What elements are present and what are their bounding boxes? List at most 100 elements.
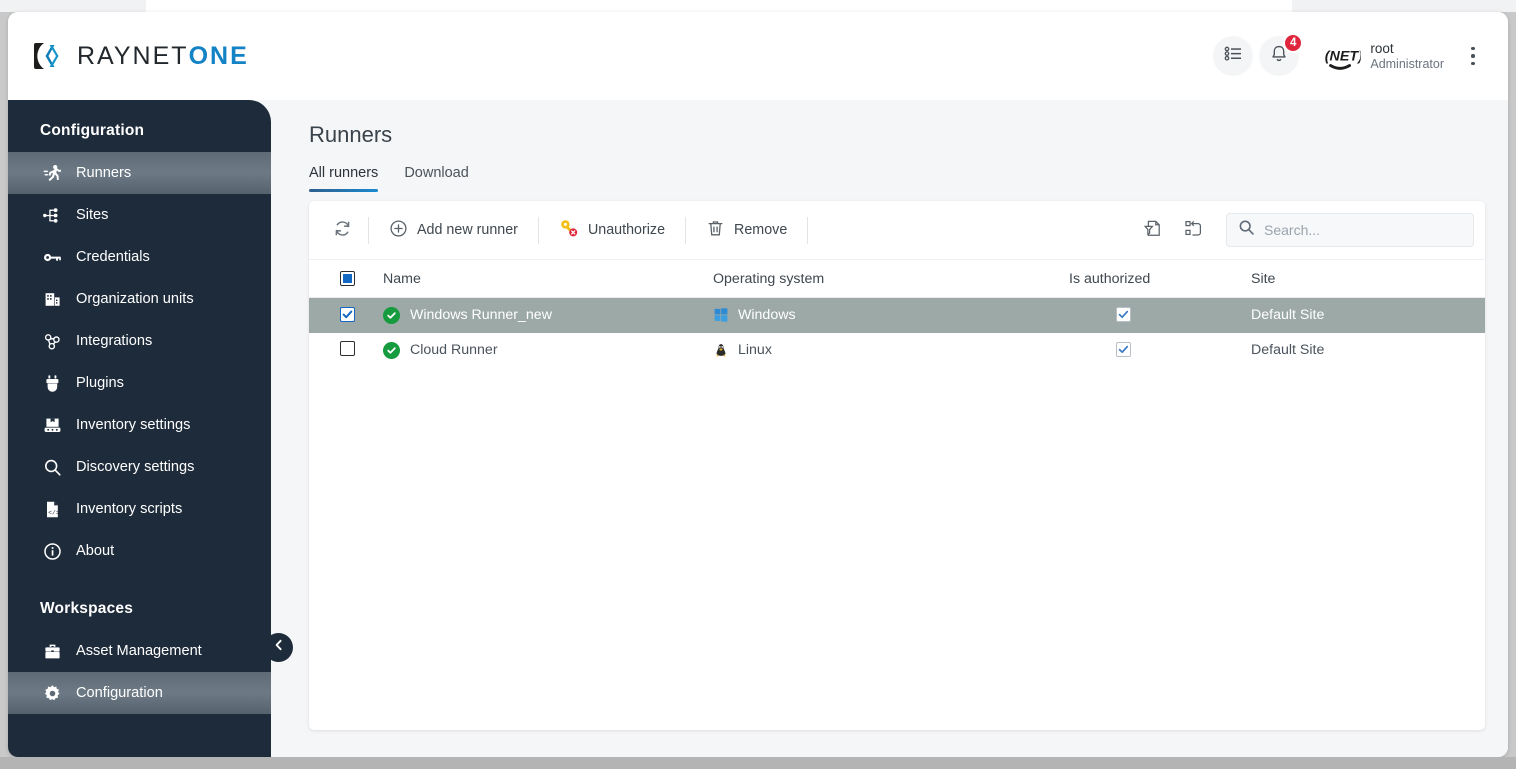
integrations-icon [42,331,62,351]
search-icon [42,457,62,477]
search-box[interactable] [1226,213,1474,247]
sidebar-section-workspaces: Workspaces [40,600,134,617]
brand-logo[interactable]: RAYNET ONE [32,39,249,73]
select-all-checkbox[interactable] [340,270,355,286]
refresh-button[interactable] [323,212,362,248]
sidebar-item-sites[interactable]: Sites [8,194,271,236]
header-actions: 4 (NET) root Administrator [1213,33,1486,76]
key-revoke-icon [559,218,579,242]
sidebar-item-label: Integrations [76,333,153,349]
inventory-icon [42,415,62,435]
runner-os: Windows [738,307,796,324]
column-header-site[interactable]: Site [1251,259,1485,298]
tabs: All runners Download [309,165,1484,192]
plugin-icon [42,373,62,393]
sidebar-item-organization-units[interactable]: Organization units [8,278,271,320]
row-select-cell [309,333,383,368]
windows-icon [713,308,728,323]
table-row[interactable]: Windows Runner_new Windows Default Site [309,297,1485,333]
row-site-cell: Default Site [1251,342,1325,358]
tab-download[interactable]: Download [404,165,469,192]
user-menu[interactable]: (NET) root Administrator [1321,36,1444,76]
is-authorized-checkbox [1116,341,1131,357]
row-checkbox[interactable] [340,340,355,356]
toolbar-divider [537,216,539,244]
plus-circle-icon [389,219,408,242]
sidebar-item-label: About [76,543,115,559]
row-os-cell: Windows [713,297,1069,333]
sidebar-collapse-button[interactable] [264,633,293,662]
app-header: RAYNET ONE 4 (NET) root Administrator [8,12,1508,100]
row-is-authorized-cell [1069,297,1251,333]
user-meta: root Administrator [1370,41,1444,72]
table-row[interactable]: Cloud Runner Linux Default Site [309,333,1485,368]
toolbar-divider [685,216,687,244]
svg-text:</>: </> [48,509,59,516]
status-ok-icon [383,341,400,359]
remove-label: Remove [734,222,788,238]
sitemap-icon [42,205,62,225]
list-icon [1224,44,1243,68]
page-title: Runners [309,122,393,147]
search-input[interactable] [1264,222,1462,238]
row-site-cell: Default Site [1251,297,1485,333]
runner-os: Linux [738,342,772,358]
row-checkbox[interactable] [340,306,355,322]
column-header-name[interactable]: Name [383,259,713,298]
avatar: (NET) [1321,36,1362,76]
notifications-button[interactable]: 4 [1259,33,1304,76]
filter-document-icon [1142,218,1163,243]
sidebar-item-credentials[interactable]: Credentials [8,236,271,278]
app-window: RAYNET ONE 4 (NET) root Administrator Co… [8,12,1508,757]
filter-button[interactable] [1132,212,1173,248]
notification-badge: 4 [1282,33,1304,53]
main-content: Runners All runners Download Add new run… [271,100,1508,757]
runner-icon [42,163,62,183]
sidebar-item-label: Runners [76,165,132,181]
briefcase-icon [42,641,62,661]
raynet-logo-mark [32,39,66,73]
row-os-cell: Linux [713,333,1069,368]
sidebar-item-label: Sites [76,207,109,223]
sidebar-item-label: Plugins [76,375,124,391]
brand-name-dark: RAYNET [77,41,189,70]
browser-tab[interactable] [146,0,1292,12]
remove-button[interactable]: Remove [692,212,801,248]
toolbar-divider [807,216,809,244]
sidebar-item-configuration[interactable]: Configuration [8,672,271,714]
columns-layout-button[interactable] [1173,212,1214,248]
brand-wordmark: RAYNET ONE [77,42,249,71]
add-new-runner-button[interactable]: Add new runner [375,212,532,248]
sidebar-item-label: Inventory scripts [76,501,183,517]
column-header-operating-system[interactable]: Operating system [713,259,1069,298]
more-vertical-icon[interactable] [1460,36,1486,76]
row-name-cell: Cloud Runner [383,333,713,368]
sidebar-item-integrations[interactable]: Integrations [8,320,271,362]
tasks-list-button[interactable] [1213,36,1254,76]
column-header-is-authorized[interactable]: Is authorized [1069,259,1251,298]
table-toolbar: Add new runner Unauthorize Remove Search… [309,201,1485,259]
sidebar-item-discovery-settings[interactable]: Discovery settings [8,446,271,488]
sidebar-item-runners[interactable]: Runners [8,152,271,194]
toolbar-divider [368,216,369,244]
sidebar-item-asset-management[interactable]: Asset Management [8,630,271,672]
sidebar-item-label: Configuration [76,685,163,701]
row-select-cell [309,297,383,333]
tab-all-runners[interactable]: All runners [309,165,379,192]
sidebar: Configuration Runners Sites Credentials … [8,100,271,757]
info-icon [42,541,62,561]
sidebar-item-plugins[interactable]: Plugins [8,362,271,404]
sidebar-item-inventory-settings[interactable]: Inventory settings [8,404,271,446]
runners-card: Add new runner Unauthorize Remove Search… [309,201,1485,730]
window-bottom-bar [0,757,1516,769]
is-authorized-checkbox [1116,306,1131,322]
unauthorize-label: Unauthorize [587,222,666,238]
unauthorize-button[interactable]: Unauthorize [545,212,679,248]
viewport: RAYNET ONE 4 (NET) root Administrator Co… [0,0,1516,769]
sidebar-item-inventory-scripts[interactable]: </> Inventory scripts [8,488,271,530]
user-role: Administrator [1370,56,1444,71]
table-header-row: Name Operating system Is authorized Site [309,259,1485,298]
status-ok-icon [383,306,400,324]
svg-text:(NET): (NET) [1325,49,1361,65]
sidebar-item-about[interactable]: About [8,530,271,572]
